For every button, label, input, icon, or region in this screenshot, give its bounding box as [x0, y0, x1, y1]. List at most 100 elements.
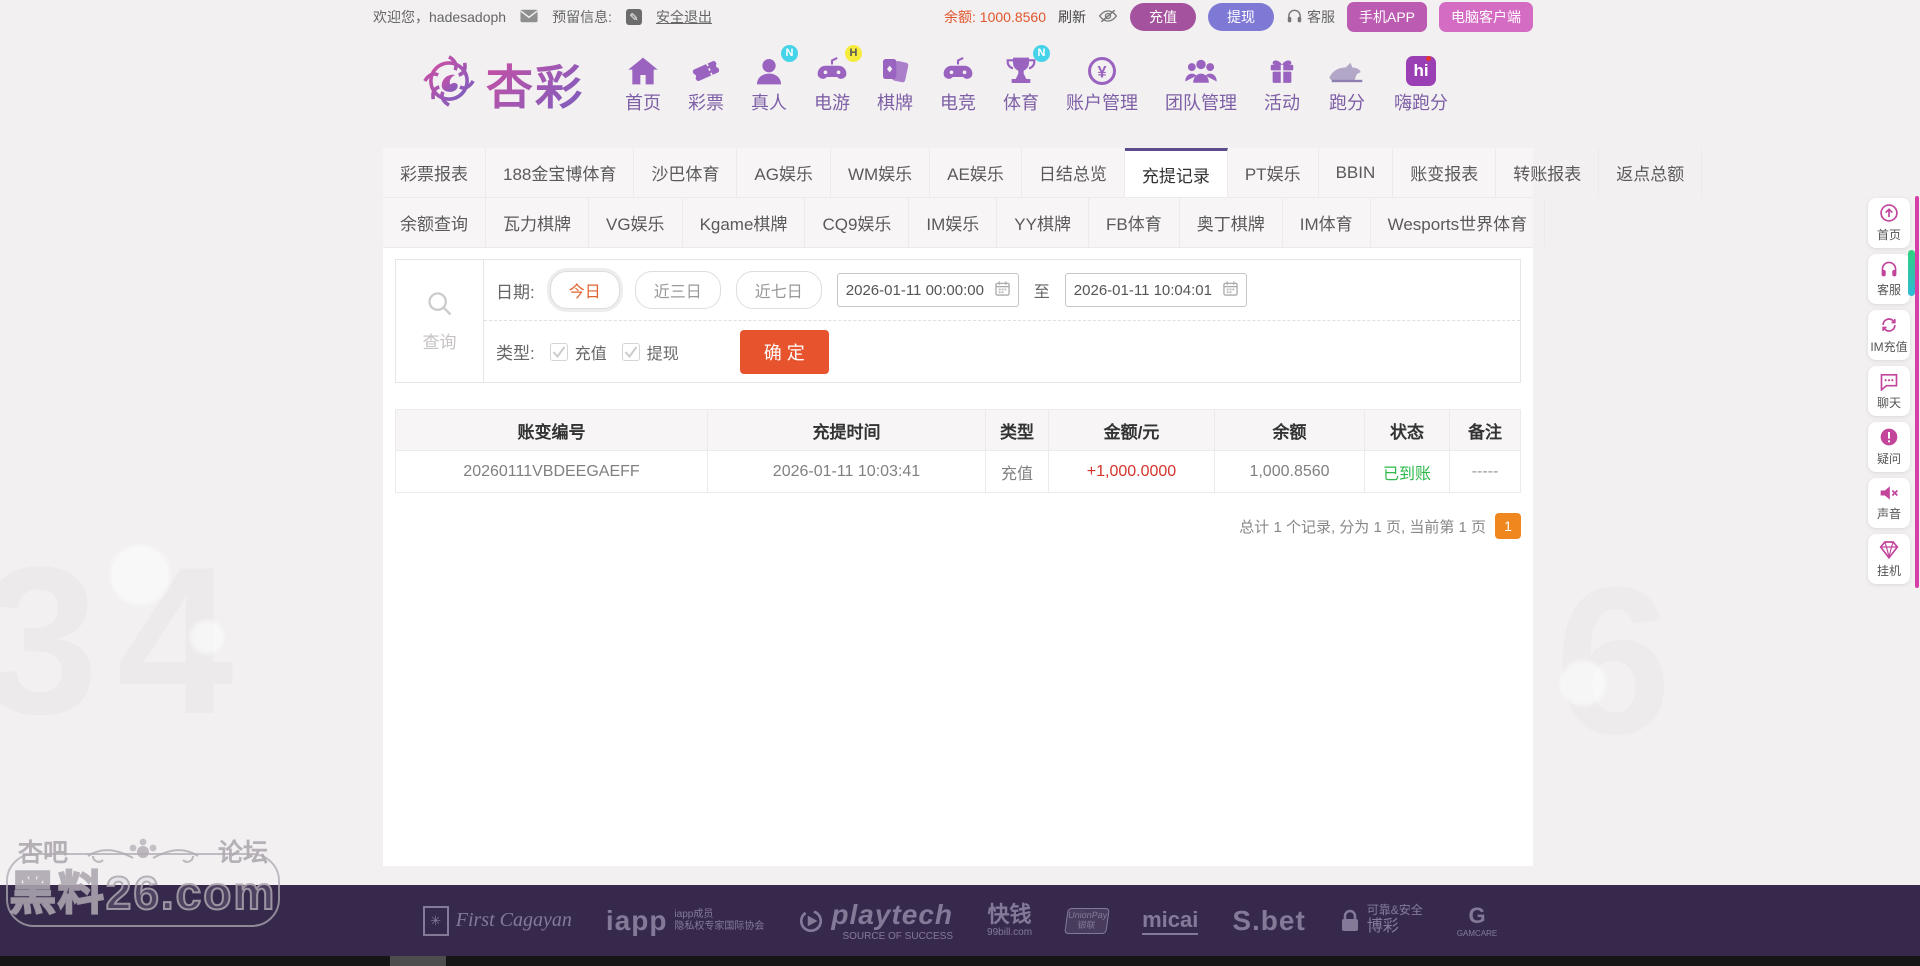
quick-today-button[interactable]: 今日 [550, 271, 620, 309]
live-dealer-icon: N [753, 52, 785, 86]
refresh-button[interactable]: 刷新 [1058, 7, 1086, 27]
envelope-icon[interactable] [520, 9, 538, 26]
pc-client-button[interactable]: 电脑客户端 [1439, 2, 1533, 32]
date-to-input[interactable]: 2026-01-11 10:04:01 [1065, 273, 1247, 307]
exclamation-icon [1879, 427, 1899, 447]
quick-7days-button[interactable]: 近七日 [736, 271, 822, 309]
tab-item[interactable]: 沙巴体育 [634, 148, 737, 197]
nav-item-lottery[interactable]: 彩票 [688, 52, 724, 115]
side-toolbar-scroll-indicator[interactable] [1908, 250, 1915, 296]
tab-item[interactable]: 账变报表 [1393, 148, 1496, 197]
withdraw-button[interactable]: 提现 [1208, 3, 1274, 31]
calendar-icon[interactable] [1223, 281, 1238, 300]
query-section: 查询 [396, 260, 484, 382]
cell-type: 充值 [986, 451, 1049, 492]
quick-3days-button[interactable]: 近三日 [635, 271, 721, 309]
nav-item-live[interactable]: N 真人 [751, 52, 787, 115]
tabs-spacer [1545, 198, 1579, 247]
column-header: 充提时间 [708, 410, 986, 450]
gift-icon [1266, 52, 1298, 86]
cell-balance: 1,000.8560 [1215, 451, 1365, 492]
tab-item[interactable]: CQ9娱乐 [805, 198, 909, 247]
side-item-im-recharge[interactable]: IM充值 [1868, 310, 1910, 360]
edit-icon[interactable]: ✎ [626, 9, 642, 25]
bokeh-decoration [1560, 660, 1606, 706]
pagination-summary: 总计 1 个记录, 分为 1 页, 当前第 1 页 [1239, 516, 1486, 537]
tab-item[interactable]: 余额查询 [383, 198, 486, 247]
tab-item[interactable]: Kgame棋牌 [683, 198, 806, 247]
column-header: 类型 [986, 410, 1049, 450]
tab-item[interactable]: YY棋牌 [997, 198, 1089, 247]
team-icon [1184, 52, 1218, 86]
eye-off-icon[interactable] [1098, 8, 1118, 27]
chat-bubble-icon [1879, 372, 1899, 391]
nav-item-sports[interactable]: N 体育 [1003, 52, 1039, 115]
tab-item[interactable]: 188金宝博体育 [486, 148, 634, 197]
tab-item[interactable]: 返点总额 [1599, 148, 1702, 197]
mobile-app-button[interactable]: 手机APP [1347, 2, 1427, 32]
top-bar-right: 余额: 1000.8560 刷新 充值 提现 客服 手机APP 电脑客户端 [944, 2, 1533, 32]
side-item-sound[interactable]: 声音 [1868, 478, 1910, 528]
tab-item[interactable]: 奥丁棋牌 [1180, 198, 1283, 247]
tab-item[interactable]: AG娱乐 [737, 148, 831, 197]
side-item-question[interactable]: 疑问 [1868, 422, 1910, 472]
headset-icon [1286, 8, 1303, 27]
back-to-top-icon [1879, 203, 1899, 223]
nav-item-paofen[interactable]: 跑分 [1327, 52, 1367, 115]
column-header: 金额/元 [1049, 410, 1215, 450]
table-row: 20260111VBDEEGAEFF 2026-01-11 10:03:41 充… [395, 451, 1521, 493]
confirm-button[interactable]: 确 定 [740, 330, 829, 374]
side-toolbar-accent-line [1915, 196, 1919, 588]
withdraw-checkbox[interactable]: 提现 [622, 340, 679, 364]
tab-item[interactable]: 彩票报表 [383, 148, 486, 197]
nav-item-team[interactable]: 团队管理 [1165, 52, 1237, 115]
date-from-input[interactable]: 2026-01-11 00:00:00 [837, 273, 1019, 307]
tab-item[interactable]: VG娱乐 [589, 198, 683, 247]
nav-item-home[interactable]: 首页 [625, 52, 661, 115]
hi-logo-icon: hi [1406, 52, 1436, 86]
column-header: 账变编号 [396, 410, 708, 450]
side-item-service[interactable]: 客服 [1868, 254, 1910, 304]
tab-item[interactable]: BBIN [1319, 148, 1394, 197]
customer-service-link[interactable]: 客服 [1286, 7, 1335, 27]
nav-item-cards[interactable]: 棋牌 [877, 52, 913, 115]
watermark-forum: 杏吧 论坛 [18, 833, 268, 869]
page-1-button[interactable]: 1 [1495, 513, 1521, 539]
tab-item[interactable]: PT娱乐 [1228, 148, 1319, 197]
side-item-top[interactable]: 首页 [1868, 198, 1910, 248]
nav-item-esports[interactable]: 电竞 [940, 52, 976, 115]
deposit-checkbox[interactable]: 充值 [550, 340, 607, 364]
brand-logo[interactable]: 杏彩 [420, 49, 584, 118]
tab-item[interactable]: 转账报表 [1496, 148, 1599, 197]
nav-item-egames[interactable]: H 电游 [814, 52, 850, 115]
nav-item-hipaofen[interactable]: hi 嗨跑分 [1394, 52, 1448, 115]
tab-item[interactable]: WM娱乐 [831, 148, 930, 197]
tab-item-active[interactable]: 充提记录 [1125, 148, 1228, 197]
calendar-icon[interactable] [995, 281, 1010, 300]
tab-item[interactable]: AE娱乐 [930, 148, 1022, 197]
logo-first-cagayan: ✳ First Cagayan [423, 906, 572, 936]
nav-item-promo[interactable]: 活动 [1264, 52, 1300, 115]
trophy-icon: N [1005, 52, 1037, 86]
tabs-row-1: 彩票报表 188金宝博体育 沙巴体育 AG娱乐 WM娱乐 AE娱乐 日结总览 充… [383, 148, 1533, 198]
tab-item[interactable]: 瓦力棋牌 [486, 198, 589, 247]
deposit-button[interactable]: 充值 [1130, 3, 1196, 31]
nav-item-account[interactable]: ¥ 账户管理 [1066, 52, 1138, 115]
tab-item[interactable]: FB体育 [1089, 198, 1180, 247]
logo-safe-gambling: 可靠&安全 博彩 [1340, 904, 1423, 936]
brand-name: 杏彩 [486, 49, 584, 118]
side-item-idle[interactable]: 挂机 [1868, 534, 1910, 584]
cell-time: 2026-01-11 10:03:41 [708, 451, 986, 492]
tab-item[interactable]: Wesports世界体育 [1371, 198, 1546, 247]
tab-item[interactable]: IM娱乐 [909, 198, 997, 247]
tabs-row-2: 余额查询 瓦力棋牌 VG娱乐 Kgame棋牌 CQ9娱乐 IM娱乐 YY棋牌 F… [383, 198, 1533, 248]
main-nav: 杏彩 首页 彩票 N 真人 H 电游 棋牌 电竞 [420, 40, 1448, 126]
tab-item[interactable]: 日结总览 [1022, 148, 1125, 197]
headset-icon [1879, 260, 1899, 278]
tab-item[interactable]: IM体育 [1283, 198, 1371, 247]
balance: 余额: 1000.8560 [944, 7, 1046, 27]
logout-link[interactable]: 安全退出 [656, 7, 712, 27]
column-header: 余额 [1215, 410, 1365, 450]
side-item-chat[interactable]: 聊天 [1868, 366, 1910, 416]
table-header-row: 账变编号 充提时间 类型 金额/元 余额 状态 备注 [395, 409, 1521, 451]
